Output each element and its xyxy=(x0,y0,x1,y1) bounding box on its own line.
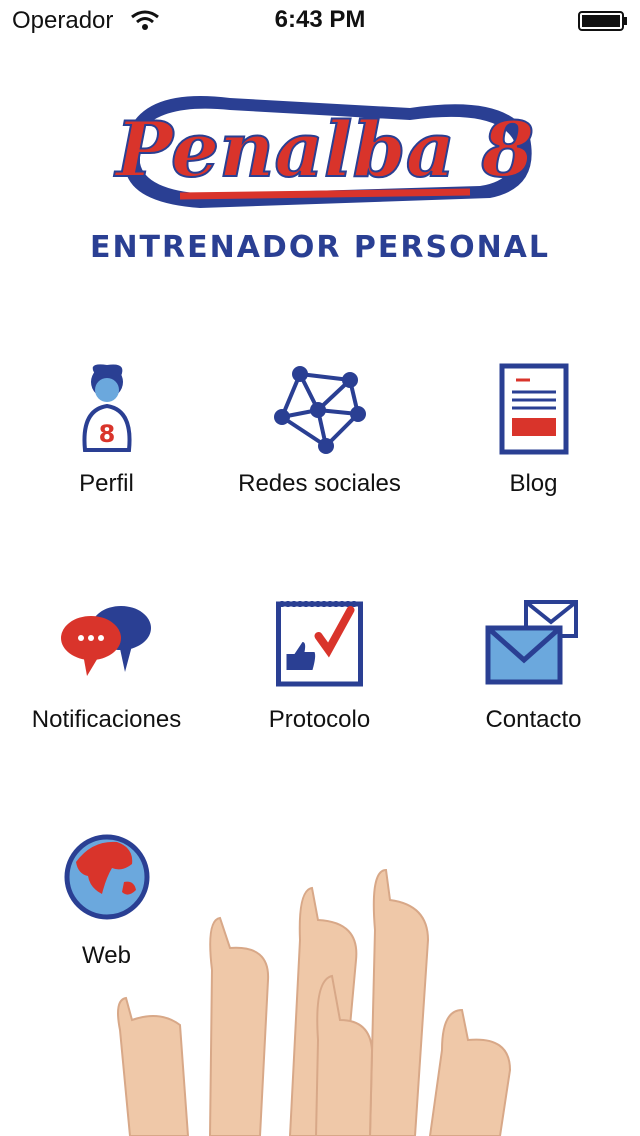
document-icon xyxy=(499,363,568,455)
brand-subtitle: ENTRENADOR PERSONAL xyxy=(89,230,551,265)
svg-text:8: 8 xyxy=(98,420,115,448)
menu-label: Notificaciones xyxy=(31,706,182,733)
profile-icon: 8 xyxy=(81,364,132,452)
menu-label: Web xyxy=(82,942,131,969)
globe-icon xyxy=(64,834,149,920)
menu-item-perfil[interactable]: 8 Perfil xyxy=(0,362,213,512)
menu-item-notificaciones[interactable]: Notificaciones xyxy=(0,596,213,746)
menu-label: Perfil xyxy=(79,470,134,497)
menu-item-web[interactable]: Web xyxy=(0,832,213,982)
status-time: 6:43 PM xyxy=(274,6,366,33)
menu-item-protocolo[interactable]: Protocolo xyxy=(213,596,426,746)
chat-bubbles-icon xyxy=(60,606,151,676)
network-icon xyxy=(273,366,366,454)
status-bar: Operador 6:43 PM xyxy=(0,0,640,40)
menu-label: Blog xyxy=(509,470,558,497)
battery-icon xyxy=(578,11,627,31)
svg-text:Penalba 8: Penalba 8 xyxy=(114,105,535,194)
menu-item-blog[interactable]: Blog xyxy=(427,362,640,512)
checklist-icon xyxy=(275,601,363,687)
menu-label: Protocolo xyxy=(268,706,371,733)
menu-label: Redes sociales xyxy=(238,470,401,497)
menu-label: Contacto xyxy=(485,706,582,733)
menu-item-redes-sociales[interactable]: Redes sociales xyxy=(213,362,426,512)
menu-item-contacto[interactable]: Contacto xyxy=(427,596,640,746)
envelope-icon xyxy=(485,600,578,685)
